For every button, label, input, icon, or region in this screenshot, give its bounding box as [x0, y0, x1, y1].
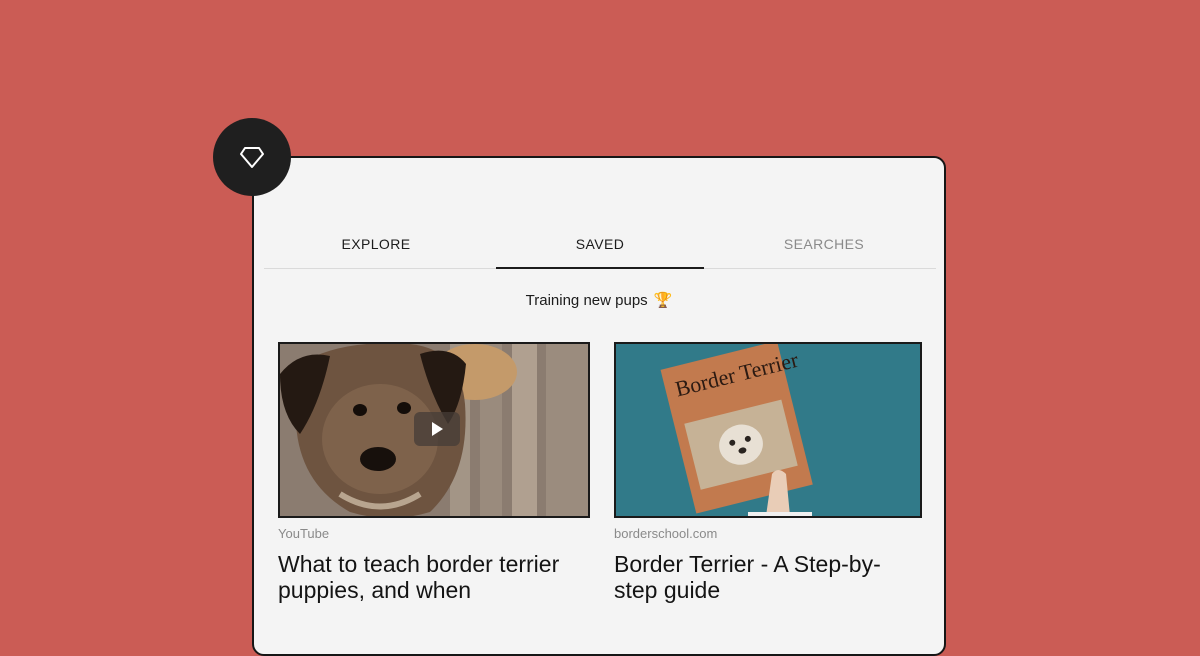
- tab-bar: EXPLORE SAVED SEARCHES: [264, 220, 936, 269]
- video-thumbnail[interactable]: [278, 342, 590, 518]
- tab-searches[interactable]: SEARCHES: [712, 220, 936, 268]
- card-title[interactable]: Border Terrier - A Step-by-step guide: [614, 551, 922, 603]
- play-button[interactable]: [414, 412, 460, 446]
- tab-saved[interactable]: SAVED: [488, 220, 712, 269]
- article-thumbnail[interactable]: Border Terrier: [614, 342, 922, 518]
- card-source: borderschool.com: [614, 526, 718, 541]
- diamond-badge[interactable]: [213, 118, 291, 196]
- collection-name: Training new pups: [525, 292, 648, 309]
- tab-explore[interactable]: EXPLORE: [264, 220, 488, 268]
- saved-panel: EXPLORE SAVED SEARCHES Training new pups…: [252, 156, 946, 656]
- book-image: Border Terrier: [616, 344, 920, 516]
- card-title[interactable]: What to teach border terrier puppies, an…: [278, 551, 590, 603]
- play-icon: [432, 422, 443, 436]
- trophy-icon: 🏆: [653, 292, 673, 309]
- diamond-icon: [240, 147, 264, 168]
- card-source: YouTube: [278, 526, 330, 541]
- saved-card-youtube[interactable]: YouTube What to teach border terrier pup…: [278, 342, 590, 603]
- collection-title: Training new pups 🏆: [254, 291, 944, 309]
- saved-card-borderschool[interactable]: Border Terrier borderschool.com Border T…: [614, 342, 922, 603]
